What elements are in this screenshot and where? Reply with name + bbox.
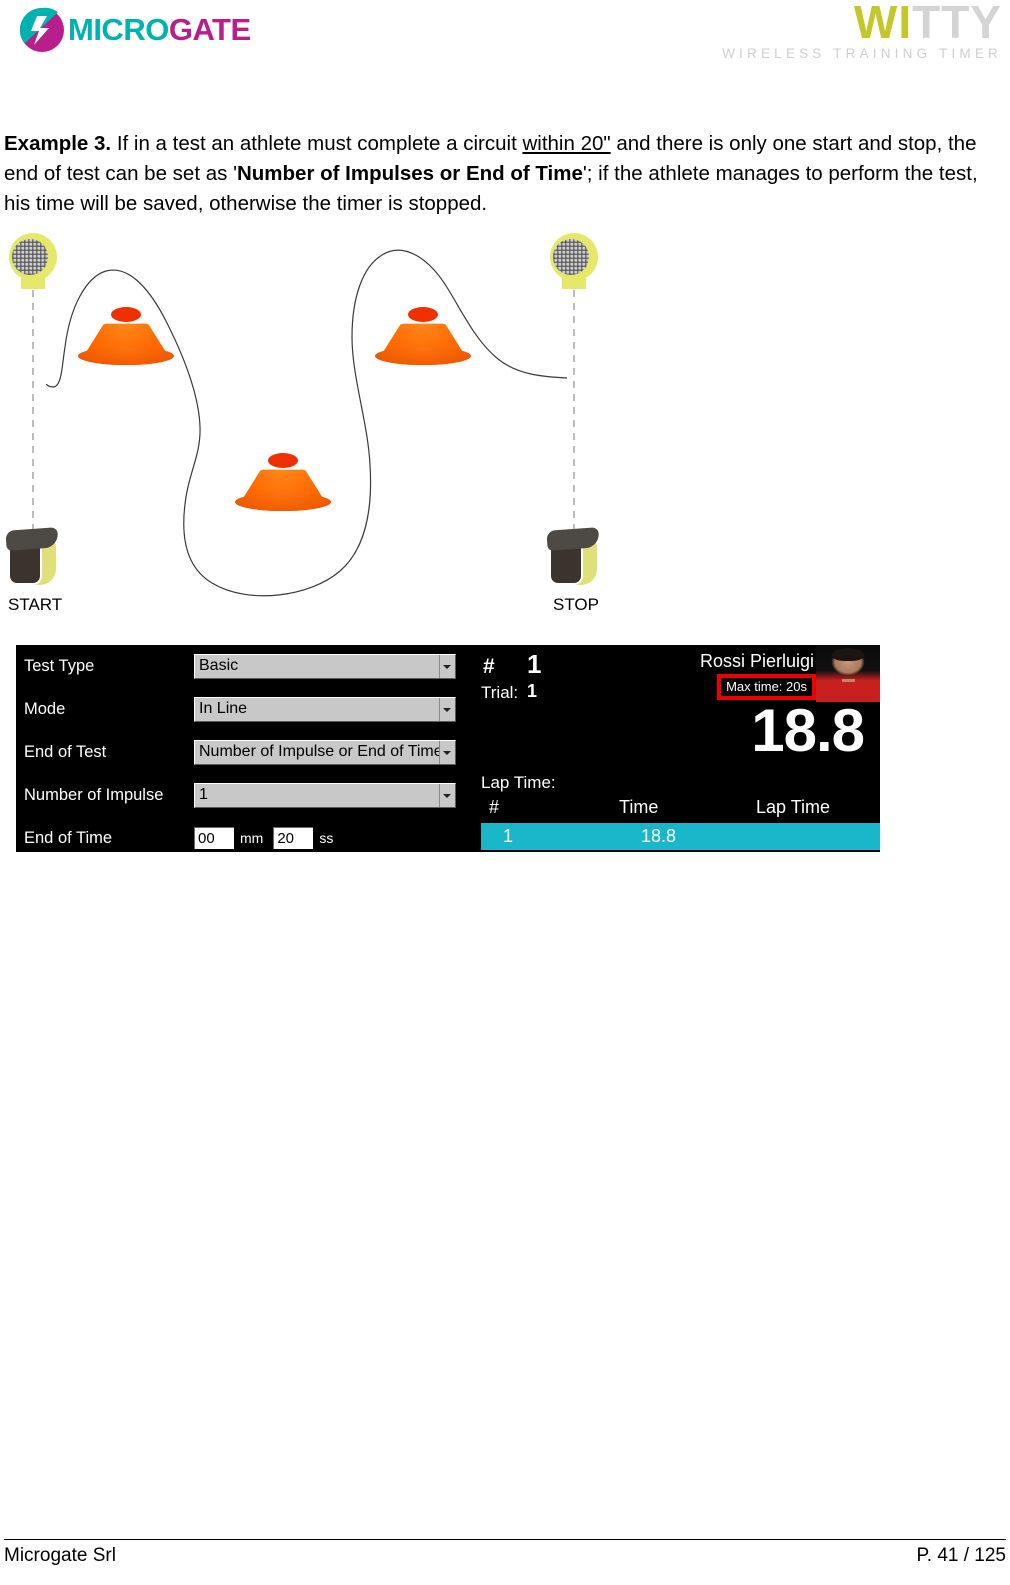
label-mode: Mode bbox=[24, 699, 66, 718]
course-path bbox=[46, 249, 568, 597]
chevron-down-icon[interactable] bbox=[439, 783, 454, 807]
combo-test-type-value: Basic bbox=[199, 657, 239, 674]
start-label: START bbox=[8, 595, 63, 614]
avatar-hair bbox=[832, 648, 864, 661]
photocell-reflector-stop bbox=[547, 233, 601, 295]
seconds-input[interactable]: 20 bbox=[273, 827, 314, 849]
minutes-input[interactable]: 00 bbox=[194, 827, 234, 849]
cone-top-hole bbox=[111, 307, 141, 322]
label-end-of-time: End of Time bbox=[24, 828, 113, 847]
cone-marker bbox=[375, 307, 471, 365]
end-of-time-fields: 00 mm 20 ss bbox=[194, 827, 343, 849]
cone-skirt bbox=[235, 493, 331, 511]
page-footer: Microgate Srl P. 41 / 125 bbox=[4, 1539, 1006, 1567]
combo-number-of-impulse-value: 1 bbox=[199, 786, 208, 803]
reflector-foot bbox=[562, 278, 586, 289]
witty-logo: WITTY WIRELESS TRAINING TIMER bbox=[702, 0, 1002, 61]
photocell-reflector-start bbox=[6, 233, 60, 295]
reflector-grid-icon bbox=[553, 239, 589, 275]
footer-company: Microgate Srl bbox=[4, 1545, 116, 1566]
cone-skirt bbox=[78, 347, 174, 365]
setting-row-end-of-time: End of Time 00 mm 20 ss bbox=[16, 823, 471, 852]
witty-tagline: WIRELESS TRAINING TIMER bbox=[722, 46, 1002, 61]
combo-mode[interactable]: In Line bbox=[194, 696, 456, 722]
example-label: Example 3. bbox=[4, 131, 112, 155]
combo-end-of-test-value: Number of Impulse or End of Time bbox=[199, 743, 443, 760]
label-end-of-test: End of Test bbox=[24, 742, 107, 761]
combo-end-of-test[interactable]: Number of Impulse or End of Time bbox=[194, 739, 456, 765]
lap-col-hash: # bbox=[489, 797, 500, 817]
cone-top-hole bbox=[408, 307, 438, 322]
cone-marker bbox=[235, 453, 331, 511]
microgate-word-part1: MICRO bbox=[68, 12, 169, 47]
witty-software-screenshot: Test Type Basic Mode In Line End of Test… bbox=[16, 645, 880, 852]
table-row[interactable]: 1 18.8 bbox=[481, 823, 880, 850]
page-header: MICROGATE WITTY WIRELESS TRAINING TIMER bbox=[0, 0, 1010, 66]
chevron-down-icon[interactable] bbox=[439, 740, 454, 764]
microgate-logo: MICROGATE bbox=[18, 4, 268, 56]
trial-label: Trial: bbox=[481, 683, 519, 702]
chevron-down-icon[interactable] bbox=[439, 697, 454, 721]
seconds-unit-label: ss bbox=[319, 830, 334, 846]
footer-page-number: P. 41 / 125 bbox=[916, 1545, 1006, 1566]
trial-value: 1 bbox=[527, 681, 538, 701]
photocell-sensor-stop bbox=[545, 525, 603, 587]
microgate-mark-icon bbox=[18, 6, 66, 54]
microgate-wordmark: MICROGATE bbox=[68, 12, 251, 48]
primary-time-display: 18.8 bbox=[751, 697, 865, 764]
witty-wordmark: WITTY bbox=[702, 0, 1002, 45]
example-paragraph: Example 3. If in a test an athlete must … bbox=[4, 129, 1004, 219]
label-number-of-impulse: Number of Impulse bbox=[24, 785, 164, 804]
result-index-value: 1 bbox=[527, 649, 542, 679]
reflector-grid-icon bbox=[12, 239, 48, 275]
witty-word-part2: TTY bbox=[912, 0, 1002, 48]
athlete-name: Rossi Pierluigi bbox=[699, 651, 814, 671]
athlete-photo-avatar bbox=[816, 645, 880, 702]
microgate-word-part2: GATE bbox=[168, 12, 251, 47]
paragraph-bold-term: Number of Impulses or End of Time bbox=[236, 161, 583, 185]
setting-row-end-of-test: End of Test Number of Impulse or End of … bbox=[16, 737, 471, 767]
paragraph-text-1: If in a test an athlete must complete a … bbox=[111, 131, 523, 155]
circuit-path-graphic bbox=[32, 249, 575, 597]
lap-col-lap-time: Lap Time bbox=[756, 797, 831, 817]
cone-top-hole bbox=[268, 453, 298, 468]
lap-col-time: Time bbox=[619, 797, 659, 817]
lap-table-header: # Time Lap Time bbox=[471, 797, 880, 823]
chevron-down-icon[interactable] bbox=[439, 654, 454, 678]
results-pane: # 1 Trial: 1 Rossi Pierluigi Max time: 2… bbox=[471, 645, 880, 852]
lap-time-caption: Lap Time: bbox=[481, 773, 556, 792]
combo-test-type[interactable]: Basic bbox=[194, 653, 456, 679]
setting-row-test-type: Test Type Basic bbox=[16, 651, 471, 681]
lap-cell-num: 1 bbox=[503, 826, 514, 846]
label-test-type: Test Type bbox=[24, 656, 95, 675]
result-index-hash-label: # bbox=[483, 655, 495, 678]
reflector-foot bbox=[21, 278, 45, 289]
lap-cell-time: 18.8 bbox=[641, 826, 677, 846]
test-settings-pane: Test Type Basic Mode In Line End of Test… bbox=[16, 645, 471, 852]
setting-row-number-of-impulse: Number of Impulse 1 bbox=[16, 780, 471, 810]
minutes-unit-label: mm bbox=[240, 830, 264, 846]
cone-skirt bbox=[375, 347, 471, 365]
setting-row-mode: Mode In Line bbox=[16, 694, 471, 724]
witty-word-part1: WI bbox=[853, 0, 913, 48]
paragraph-underlined-term: within 20" bbox=[522, 131, 611, 155]
stop-label: STOP bbox=[553, 595, 599, 614]
photocell-sensor-start bbox=[4, 525, 62, 587]
circuit-diagram: START STOP bbox=[0, 215, 640, 625]
cone-marker bbox=[78, 307, 174, 365]
combo-mode-value: In Line bbox=[199, 700, 248, 717]
combo-number-of-impulse[interactable]: 1 bbox=[194, 782, 456, 808]
